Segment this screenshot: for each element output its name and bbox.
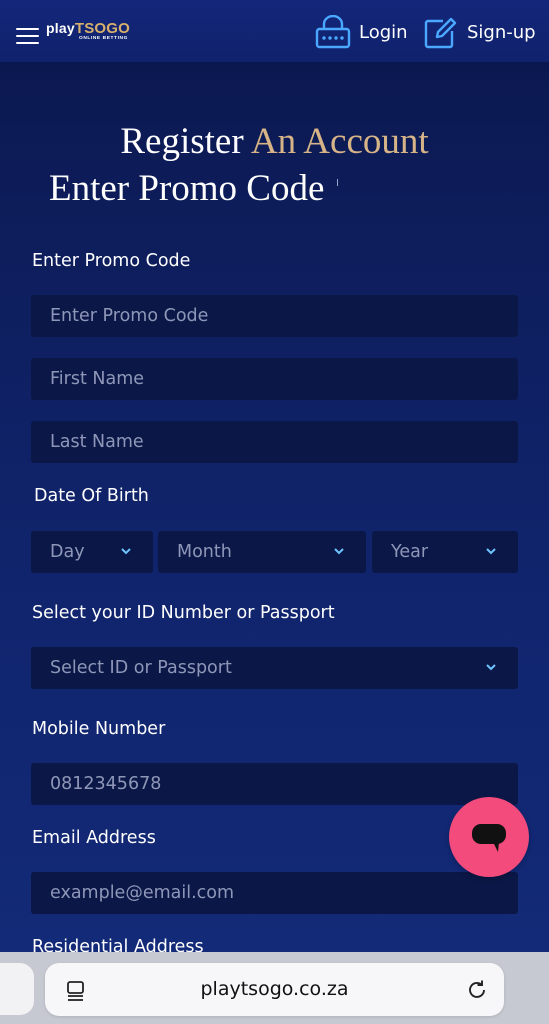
pencil-edit-icon [424, 17, 457, 49]
chat-bubble-icon [472, 824, 506, 852]
browser-toolbar: playtsogo.co.za [0, 952, 549, 1024]
hamburger-icon[interactable] [16, 27, 39, 44]
dob-month-value: Month [177, 542, 232, 562]
login-label: Login [359, 21, 408, 43]
reload-icon[interactable] [466, 979, 488, 1001]
dob-label: Date Of Birth [34, 486, 149, 506]
email-label: Email Address [32, 828, 156, 848]
dob-day-select[interactable]: Day [31, 531, 153, 573]
dob-day-value: Day [50, 542, 85, 562]
promo-code-input[interactable]: Enter Promo Code [31, 295, 518, 337]
id-label: Select your ID Number or Passport [32, 603, 335, 623]
previous-tab-stub[interactable] [0, 963, 34, 1015]
chevron-down-icon [486, 548, 496, 555]
address-bar[interactable]: playtsogo.co.za [45, 963, 504, 1016]
url-text: playtsogo.co.za [200, 978, 349, 1000]
mobile-label: Mobile Number [32, 719, 166, 739]
mobile-number-input[interactable]: 0812345678 [31, 763, 518, 805]
dob-year-select[interactable]: Year [372, 531, 518, 573]
last-name-input[interactable]: Last Name [31, 421, 518, 463]
promo-label: Enter Promo Code [32, 251, 191, 271]
id-passport-select[interactable]: Select ID or Passport [31, 647, 518, 689]
signup-button[interactable]: Sign-up [423, 14, 536, 50]
signup-label: Sign-up [467, 21, 536, 43]
id-passport-value: Select ID or Passport [50, 658, 232, 678]
site-logo[interactable]: playTSOGO ONLINE BETTING [46, 20, 130, 41]
dob-month-select[interactable]: Month [158, 531, 366, 573]
first-name-input[interactable]: First Name [31, 358, 518, 400]
chevron-down-icon [121, 548, 131, 555]
text-cursor-mark [337, 179, 338, 186]
lock-icon [315, 15, 351, 49]
email-input[interactable]: example@email.com [31, 872, 518, 914]
register-title: Register An Account [120, 121, 429, 162]
chevron-down-icon [334, 548, 344, 555]
promo-heading: Enter Promo Code [49, 168, 325, 209]
chat-button[interactable] [449, 797, 529, 877]
top-navbar: playTSOGO ONLINE BETTING Login Sign-up [0, 0, 549, 62]
dob-year-value: Year [391, 542, 429, 562]
login-button[interactable]: Login [315, 14, 408, 50]
chevron-down-icon [486, 664, 496, 671]
